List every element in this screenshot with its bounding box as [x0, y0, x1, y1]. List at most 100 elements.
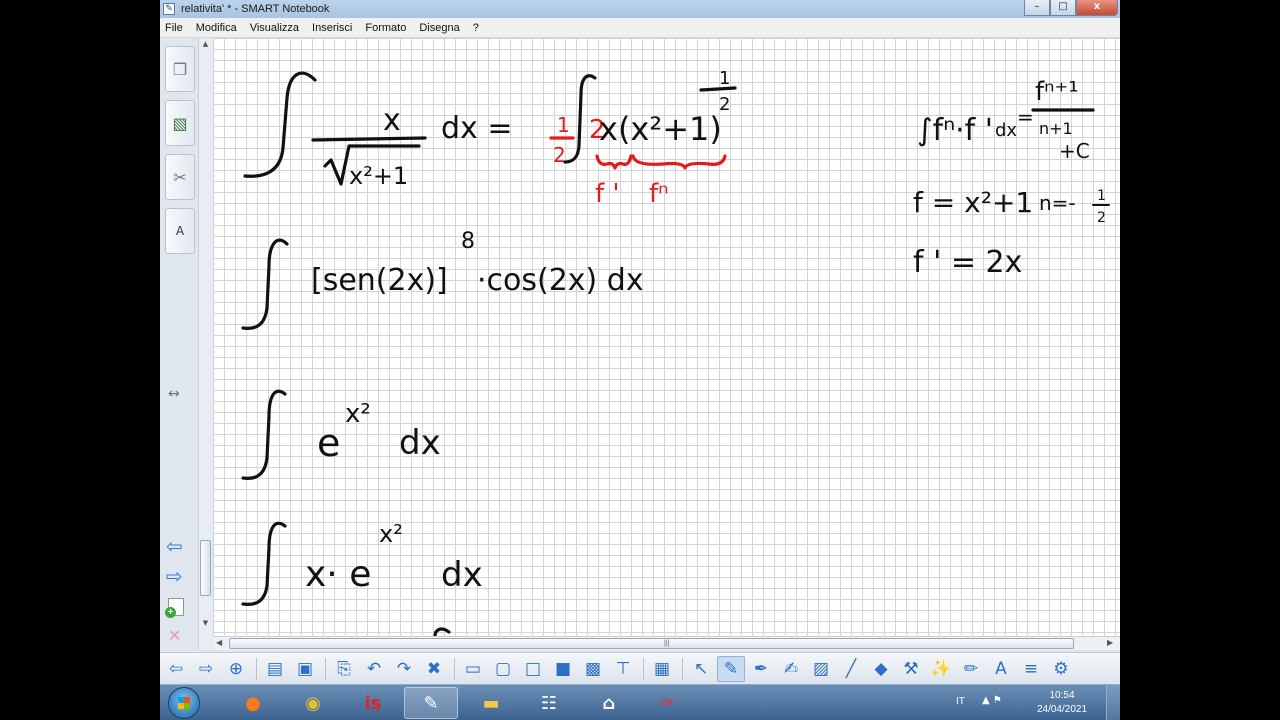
sidebar-next-page-icon[interactable]: ⇨ [166, 564, 183, 588]
document-camera-button[interactable]: ⊤ [609, 656, 637, 682]
undo-button[interactable]: ↶ [360, 656, 388, 682]
screen-shade-button[interactable]: ▭ [459, 656, 487, 682]
save-button[interactable]: ▣ [291, 656, 319, 682]
brace-fn [631, 154, 727, 170]
toolbar-separator [325, 657, 326, 680]
table-button[interactable]: ▦ [648, 656, 676, 682]
text-icon: A [995, 658, 1007, 679]
menu-help[interactable]: ? [473, 22, 479, 34]
scroll-up-arrow-icon[interactable]: ▲ [200, 39, 211, 50]
horizontal-scroll-thumb[interactable]: ||| [229, 638, 1074, 649]
clock[interactable]: 10:54 24/04/2021 [1032, 689, 1092, 717]
more-tools-button[interactable]: ⚙ [1047, 656, 1075, 682]
side-bar: ❐ ▧ ✂ A ↔ ⇦ ⇨ + ✕ ▲ ▼ [160, 38, 212, 650]
display-button[interactable]: ■ [549, 656, 577, 682]
taskbar-smart-notebook-button[interactable]: ✎ [404, 687, 458, 719]
taskbar-pdf-button[interactable]: ✑ [640, 687, 694, 719]
scroll-left-arrow-icon[interactable]: ◀ [216, 638, 222, 647]
close-button[interactable]: x [1076, 0, 1118, 16]
taskbar-network-button[interactable]: ☷ [522, 687, 576, 719]
open-file-icon: ▤ [266, 658, 284, 679]
taskbar-firefox-button[interactable]: ● [226, 687, 280, 719]
network-icon: ☷ [540, 692, 558, 714]
screen-capture-button[interactable]: ▩ [579, 656, 607, 682]
menu-modifica[interactable]: Modifica [196, 22, 237, 34]
previous-page-button[interactable]: ⇦ [162, 656, 190, 682]
properties-button[interactable]: ≡ [1017, 656, 1045, 682]
taskbar-chrome-button[interactable]: ◉ [286, 687, 340, 719]
language-indicator[interactable]: IT [956, 696, 965, 707]
shapes-button[interactable]: ◆ [867, 656, 895, 682]
rule-dx: dx [995, 120, 1017, 141]
maximize-button[interactable]: □ [1050, 0, 1076, 16]
title-bar[interactable]: ✎ relativita' * - SMART Notebook – □ x [160, 0, 1120, 18]
menu-file[interactable]: File [165, 22, 183, 34]
taskbar-iis-button[interactable]: is [346, 687, 400, 719]
menu-inserisci[interactable]: Inserisci [312, 22, 352, 34]
menu-formato[interactable]: Formato [365, 22, 406, 34]
integral-3-dx: dx [399, 423, 441, 463]
sidebar-previous-page-icon[interactable]: ⇦ [166, 534, 183, 558]
smart-notebook-window: ✎ relativita' * - SMART Notebook – □ x F… [160, 0, 1120, 720]
whiteboard-canvas[interactable]: x x²+1 dx = 1 2 2 x(x²+1) 1 2 f ' fⁿ [se… [213, 38, 1120, 636]
delete-icon: ✖ [426, 658, 442, 679]
gallery-tab[interactable]: ▧ [165, 100, 195, 146]
full-screen-button[interactable]: ▢ [489, 656, 517, 682]
tray-icons[interactable]: ▲ ⚑ [982, 695, 1002, 706]
sidebar-delete-page-icon[interactable]: ✕ [168, 626, 181, 645]
def-n: n=- [1039, 191, 1076, 215]
start-button[interactable] [168, 687, 200, 719]
magic-pen-button[interactable]: ✨ [927, 656, 955, 682]
windows-taskbar: ● ◉ is ✎ ▬ ☷ ⌂ ✑ IT ▲ ⚑ 10:54 24/04/2021 [160, 684, 1120, 720]
horizontal-scrollbar[interactable]: ◀ ||| ▶ [213, 636, 1120, 650]
fill-button[interactable]: ⚒ [897, 656, 925, 682]
menu-visualizza[interactable]: Visualizza [250, 22, 299, 34]
def-fprime: f ' = 2x [913, 245, 1022, 280]
scroll-right-arrow-icon[interactable]: ▶ [1107, 638, 1113, 647]
text-button[interactable]: A [987, 656, 1015, 682]
paste-icon: ⎘ [337, 658, 351, 679]
eraser-button[interactable]: ▨ [807, 656, 835, 682]
transparent-background-button[interactable]: □ [519, 656, 547, 682]
scroll-down-arrow-icon[interactable]: ▼ [200, 618, 211, 629]
taskbar-home-button[interactable]: ⌂ [582, 687, 636, 719]
iis-icon: is [364, 692, 382, 714]
pen-button[interactable]: ✎ [717, 655, 745, 682]
page-sorter-tab[interactable]: ❐ [165, 46, 195, 92]
integral-sign-5 [241, 521, 287, 606]
open-file-button[interactable]: ▤ [261, 656, 289, 682]
brace-fprime [595, 154, 633, 170]
integral-1-exp-den: 2 [719, 94, 730, 115]
vertical-scroll-thumb[interactable] [200, 540, 211, 596]
toolbar-separator [454, 657, 455, 680]
clock-time: 10:54 [1049, 690, 1075, 701]
select-button[interactable]: ↖ [687, 656, 715, 682]
attachments-tab[interactable]: ✂ [165, 154, 195, 200]
sidebar-add-page-icon[interactable]: + [165, 598, 184, 618]
add-page-icon: ⊕ [228, 658, 244, 679]
sidebar-resize-handle[interactable]: ↔ [168, 386, 180, 402]
taskbar-file-explorer-button[interactable]: ▬ [464, 687, 518, 719]
minimize-button[interactable]: – [1024, 0, 1050, 16]
shape-recognition-pen-button[interactable]: ✏ [957, 656, 985, 682]
vertical-scrollbar[interactable]: ▲ ▼ [198, 38, 212, 650]
line-button[interactable]: ╱ [837, 656, 865, 682]
select-icon: ↖ [693, 658, 709, 679]
redo-button[interactable]: ↷ [390, 656, 418, 682]
properties-tab[interactable]: A [165, 208, 195, 254]
next-page-button[interactable]: ⇨ [192, 656, 220, 682]
properties-icon: ≡ [1023, 658, 1039, 679]
rule-c: +C [1059, 139, 1090, 163]
creative-pen-button[interactable]: ✒ [747, 656, 775, 682]
menu-disegna[interactable]: Disegna [419, 22, 459, 34]
integral-sign-6-partial [433, 627, 451, 636]
rule-den: n+1 [1039, 119, 1073, 138]
highlighter-button[interactable]: ✍ [777, 656, 805, 682]
add-page-button[interactable]: ⊕ [222, 656, 250, 682]
show-desktop-button[interactable] [1106, 685, 1120, 720]
integral-1-numerator: x [383, 103, 401, 138]
creative-pen-icon: ✒ [753, 658, 769, 679]
paste-button[interactable]: ⎘ [330, 656, 358, 682]
rule-eq: = [1017, 105, 1034, 129]
delete-button[interactable]: ✖ [420, 656, 448, 682]
